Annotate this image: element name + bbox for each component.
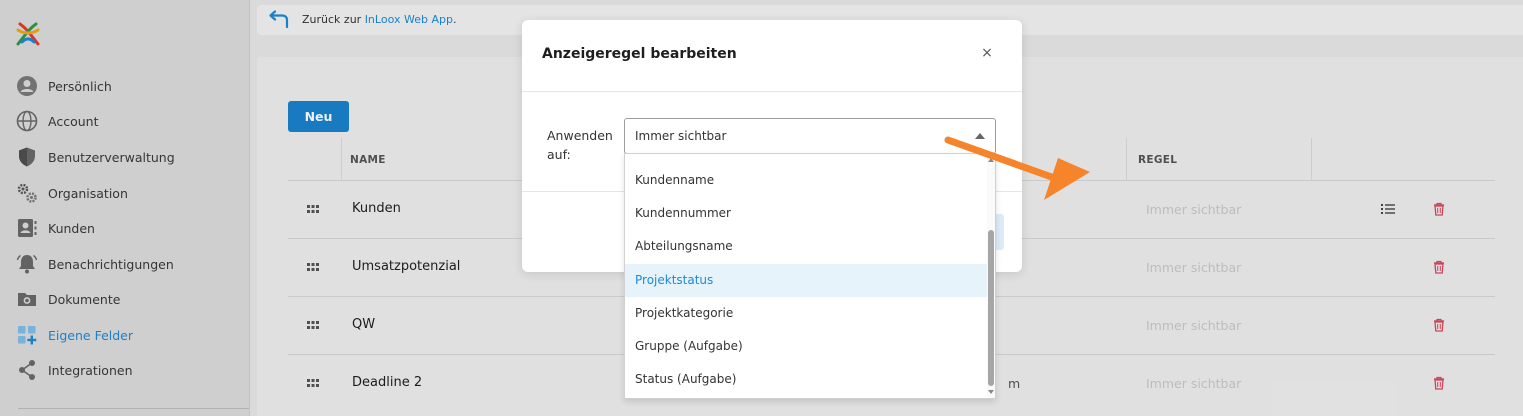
sidebar-item-notifications[interactable]: Benachrichtigungen (0, 249, 250, 279)
custom-fields-icon (18, 326, 37, 345)
caret-up-icon (975, 133, 985, 139)
list-icon[interactable] (1381, 203, 1395, 215)
sidebar-item-label: Organisation (48, 185, 128, 201)
inloox-logo[interactable] (14, 20, 42, 48)
sidebar-item-account[interactable]: Account (0, 106, 250, 136)
dropdown-option[interactable]: Abteilungsname (625, 230, 987, 263)
dropdown-option[interactable]: Projektkategorie (625, 297, 987, 330)
dropdown-option[interactable]: Status (Aufgabe) (625, 363, 987, 396)
scroll-up-icon[interactable] (988, 158, 994, 162)
row-rule: Immer sichtbar (1146, 318, 1242, 333)
column-separator (341, 138, 342, 181)
trash-icon[interactable] (1433, 202, 1445, 216)
sidebar-item-documents[interactable]: Dokumente (0, 284, 250, 314)
trash-icon[interactable] (1433, 260, 1445, 274)
row-rule: Immer sichtbar (1146, 202, 1242, 217)
column-separator (1126, 138, 1127, 181)
sidebar-item-label: Benutzerverwaltung (48, 149, 175, 165)
sidebar-item-label: Integrationen (48, 362, 133, 378)
sidebar-item-label: Kunden (48, 220, 95, 236)
scroll-down-icon[interactable] (988, 390, 994, 394)
gears-icon (17, 183, 37, 203)
row-name: Umsatzpotenzial (352, 259, 461, 274)
row-name: Deadline 2 (352, 375, 423, 390)
back-link-text[interactable]: Zurück zur InLoox Web App. (302, 13, 456, 26)
dropdown-option-highlighted[interactable]: Projektstatus (625, 264, 987, 297)
apply-to-label: Anwenden auf: (547, 128, 613, 162)
sidebar-item-label: Persönlich (48, 78, 112, 94)
sidebar-divider (18, 408, 249, 409)
new-button[interactable]: Neu (288, 101, 349, 132)
dropdown-option[interactable]: Gruppe (Aufgabe) (625, 330, 987, 363)
sidebar-item-personal[interactable]: Persönlich (0, 71, 250, 101)
sidebar-item-organisation[interactable]: Organisation (0, 178, 250, 208)
row-extra-value: m (1008, 376, 1021, 391)
drag-handle-icon[interactable] (307, 205, 319, 213)
column-header-rule[interactable]: REGEL (1138, 154, 1177, 166)
row-name: QW (352, 317, 376, 332)
sidebar-item-integrations[interactable]: Integrationen (0, 355, 250, 385)
share-nodes-icon (19, 360, 35, 380)
folder-gear-icon (18, 293, 36, 306)
globe-icon (16, 110, 38, 132)
row-name: Kunden (352, 201, 401, 216)
bell-icon (16, 254, 38, 274)
select-value: Immer sichtbar (635, 129, 727, 143)
sidebar-item-label: Dokumente (48, 291, 121, 307)
sidebar-item-customers[interactable]: Kunden (0, 213, 250, 243)
drag-handle-icon[interactable] (307, 321, 319, 329)
shield-icon (19, 147, 35, 167)
column-header-name[interactable]: NAME (350, 154, 386, 166)
scrollbar-thumb[interactable] (988, 230, 994, 386)
drag-handle-icon[interactable] (307, 379, 319, 387)
drag-handle-icon[interactable] (307, 263, 319, 271)
apply-to-dropdown: Kundenname Kundennummer Abteilungsname P… (624, 153, 996, 399)
inloox-web-app-link[interactable]: InLoox Web App (365, 13, 453, 26)
apply-to-select[interactable]: Immer sichtbar (624, 118, 996, 154)
sidebar-item-custom-fields[interactable]: Eigene Felder (0, 320, 250, 350)
dropdown-option[interactable]: Kundenname (625, 164, 987, 197)
dialog-divider (522, 91, 1022, 92)
sidebar-item-user-management[interactable]: Benutzerverwaltung (0, 142, 250, 172)
trash-icon[interactable] (1433, 376, 1445, 390)
sidebar-item-label: Benachrichtigungen (48, 256, 174, 272)
dropdown-option[interactable]: Kundennummer (625, 197, 987, 230)
user-icon (17, 76, 37, 96)
sidebar-item-label: Eigene Felder (48, 327, 134, 343)
column-separator (1311, 138, 1312, 181)
trash-icon[interactable] (1433, 318, 1445, 332)
row-rule: Immer sichtbar (1146, 260, 1242, 275)
row-rule: Immer sichtbar (1146, 376, 1242, 391)
dialog-title: Anzeigeregel bearbeiten (542, 46, 737, 62)
sidebar: Persönlich Account Benutzerverwaltung Or… (0, 0, 250, 416)
dropdown-scrollbar[interactable] (987, 154, 995, 398)
close-icon[interactable]: × (978, 44, 996, 62)
contact-card-icon (18, 219, 37, 237)
sidebar-item-label: Account (48, 113, 99, 129)
back-arrow-icon[interactable] (267, 10, 289, 30)
